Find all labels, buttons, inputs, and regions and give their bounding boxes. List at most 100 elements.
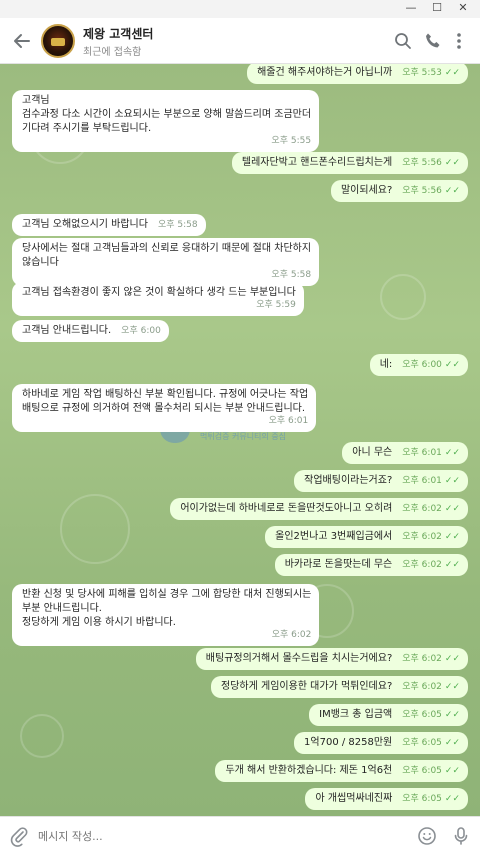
message-time: 오후 5:56 — [402, 186, 442, 196]
message-bubble-outgoing[interactable]: 바카라로 돈을땃는데 무슨 오후 6:02 ✓✓ — [274, 554, 468, 576]
chat-header: 제왕 고객센터 최근에 접속함 — [0, 18, 480, 64]
wallpaper-doodle — [60, 494, 130, 564]
message-time: 오후 6:01 — [402, 448, 442, 458]
message-bubble-incoming[interactable]: 고객님 접속환경이 좋지 않은 것이 확실하다 생각 드는 부분입니다 오후 5… — [12, 282, 304, 316]
message-text: 당사에서는 절대 고객님들과의 신뢰로 응대하기 때문에 절대 차단하지 않습니… — [22, 243, 312, 268]
message-text: 고객님 오해없으시기 바랍니다 — [22, 219, 148, 230]
message-bubble-outgoing[interactable]: 정당하게 게임이용한 대가가 먹튀인데요? 오후 6:02 ✓✓ — [211, 676, 468, 698]
message-text: 어이가없는데 하바네로로 돈을딴것도아니고 오히려 — [180, 503, 393, 514]
read-checkmarks-icon: ✓✓ — [444, 682, 460, 692]
message-bubble-outgoing[interactable]: 해줄건 해주셔야하는거 아닙니까 오후 5:53 ✓✓ — [247, 64, 468, 84]
message-time: 오후 5:58 — [157, 220, 198, 230]
emoji-icon[interactable] — [416, 825, 438, 847]
message-time: 오후 6:02 — [271, 630, 312, 640]
message-bubble-outgoing[interactable]: IM뱅크 총 입금액 오후 6:05 ✓✓ — [309, 704, 468, 726]
read-checkmarks-icon: ✓✓ — [444, 766, 460, 776]
read-checkmarks-icon: ✓✓ — [444, 532, 460, 542]
window-title-bar: — ☐ ✕ — [0, 0, 480, 18]
message-input[interactable] — [38, 827, 398, 845]
message-bubble-outgoing[interactable]: 네: 오후 6:00 ✓✓ — [369, 354, 468, 376]
wallpaper-doodle — [380, 274, 426, 320]
wallpaper-doodle — [20, 714, 64, 758]
message-time: 오후 6:05 — [402, 710, 442, 720]
message-composer — [0, 816, 480, 854]
message-bubble-outgoing[interactable]: 어이가없는데 하바네로로 돈을딴것도아니고 오히려 오후 6:02 ✓✓ — [170, 498, 468, 520]
message-bubble-outgoing[interactable]: 1억700 / 8258만원 오후 6:05 ✓✓ — [294, 732, 468, 754]
message-bubble-outgoing[interactable]: 말이되세요? 오후 5:56 ✓✓ — [330, 180, 468, 202]
avatar[interactable] — [41, 24, 75, 58]
message-time: 오후 6:05 — [402, 766, 442, 776]
last-seen-status: 최근에 접속함 — [83, 47, 142, 58]
phone-icon[interactable] — [422, 30, 444, 52]
message-bubble-incoming[interactable]: 하바네로 게임 작업 배팅하신 부분 확인됩니다. 규정에 어긋나는 작업 배팅… — [12, 384, 317, 432]
maximize-icon[interactable]: ☐ — [430, 1, 444, 15]
message-text: 정당하게 게임이용한 대가가 먹튀인데요? — [221, 681, 393, 692]
message-text: 배팅규정의거해서 몰수드립을 치시는거에요? — [205, 653, 393, 664]
message-time: 오후 6:01 — [402, 476, 442, 486]
message-text: 고객님 안내드립니다. — [22, 325, 112, 336]
message-time: 오후 6:00 — [121, 326, 161, 336]
message-bubble-incoming[interactable]: 반환 신청 및 당사에 피해를 입히실 경우 그에 합당한 대처 진행되시는 부… — [12, 584, 320, 646]
message-text: 하바네로 게임 작업 배팅하신 부분 확인됩니다. 규정에 어긋나는 작업 배팅… — [22, 389, 309, 414]
message-time: 오후 5:58 — [271, 270, 312, 280]
message-time: 오후 6:05 — [402, 794, 442, 804]
read-checkmarks-icon: ✓✓ — [444, 654, 460, 664]
message-time: 오후 6:02 — [402, 504, 442, 514]
message-text: 반환 신청 및 당사에 피해를 입히실 경우 그에 합당한 대처 진행되시는 부… — [22, 589, 312, 628]
message-bubble-outgoing[interactable]: 아니 무슨 오후 6:01 ✓✓ — [342, 442, 468, 464]
message-text: 1억700 / 8258만원 — [304, 737, 393, 748]
message-text: 네: — [379, 359, 393, 370]
message-text: 작업배팅이라는거죠? — [304, 475, 393, 486]
message-text: 텔레자단박고 핸드폰수리드립치는게 — [241, 157, 393, 168]
message-text: IM뱅크 총 입금액 — [319, 709, 393, 720]
read-checkmarks-icon: ✓✓ — [444, 186, 460, 196]
read-checkmarks-icon: ✓✓ — [444, 710, 460, 720]
message-text: 바카라로 돈을땃는데 무슨 — [284, 559, 393, 570]
message-bubble-outgoing[interactable]: 아 개씹먹싸네진짜 오후 6:05 ✓✓ — [305, 788, 468, 810]
message-bubble-outgoing[interactable]: 올인2번나고 3번째입금에서 오후 6:02 ✓✓ — [265, 526, 468, 548]
message-time: 오후 6:02 — [402, 654, 442, 664]
message-time: 오후 6:02 — [402, 532, 442, 542]
chat-history[interactable]: ㅡ 질 먹튀검증 커뮤니티의 중심 해줄건 해주셔야하는거 아닙니까오후 5:5… — [0, 64, 480, 816]
message-bubble-incoming[interactable]: 고객님 검수과정 다소 시간이 소요되시는 부분으로 양해 말씀드리며 조금만더… — [12, 90, 320, 152]
read-checkmarks-icon: ✓✓ — [444, 448, 460, 458]
message-text: 두개 해서 반환하겠습니다: 제돈 1억6천 — [225, 765, 393, 776]
read-checkmarks-icon: ✓✓ — [444, 360, 460, 370]
message-bubble-outgoing[interactable]: 작업배팅이라는거죠? 오후 6:01 ✓✓ — [294, 470, 468, 492]
message-bubble-incoming[interactable]: 고객님 오해없으시기 바랍니다 오후 5:58 — [12, 214, 206, 236]
message-time: 오후 5:53 — [402, 68, 442, 78]
read-checkmarks-icon: ✓✓ — [444, 476, 460, 486]
message-bubble-incoming[interactable]: 고객님 안내드립니다. 오후 6:00 — [12, 320, 169, 342]
message-time: 오후 6:00 — [402, 360, 442, 370]
message-time: 오후 6:02 — [402, 560, 442, 570]
message-text: 해줄건 해주셔야하는거 아닙니까 — [257, 67, 393, 78]
message-text: 올인2번나고 3번째입금에서 — [275, 531, 393, 542]
message-bubble-outgoing[interactable]: 배팅규정의거해서 몰수드립을 치시는거에요? 오후 6:02 ✓✓ — [195, 648, 468, 670]
message-time: 오후 6:02 — [402, 682, 442, 692]
read-checkmarks-icon: ✓✓ — [444, 158, 460, 168]
minimize-icon[interactable]: — — [404, 1, 418, 15]
message-bubble-incoming[interactable]: 당사에서는 절대 고객님들과의 신뢰로 응대하기 때문에 절대 차단하지 않습니… — [12, 238, 320, 286]
read-checkmarks-icon: ✓✓ — [444, 794, 460, 804]
read-checkmarks-icon: ✓✓ — [444, 68, 460, 78]
more-options-icon[interactable] — [448, 30, 470, 52]
message-time: 오후 5:56 — [402, 158, 442, 168]
read-checkmarks-icon: ✓✓ — [444, 560, 460, 570]
message-text: 아 개씹먹싸네진짜 — [315, 793, 393, 804]
back-arrow-icon[interactable] — [10, 29, 34, 53]
message-bubble-outgoing[interactable]: 두개 해서 반환하겠습니다: 제돈 1억6천 오후 6:05 ✓✓ — [215, 760, 468, 782]
message-text: 말이되세요? — [340, 185, 393, 196]
close-icon[interactable]: ✕ — [456, 1, 470, 15]
message-bubble-outgoing[interactable]: 텔레자단박고 핸드폰수리드립치는게 오후 5:56 ✓✓ — [231, 152, 468, 174]
read-checkmarks-icon: ✓✓ — [444, 738, 460, 748]
message-text: 아니 무슨 — [352, 447, 393, 458]
chat-title[interactable]: 제왕 고객센터 — [83, 25, 153, 42]
message-text: 고객님 접속환경이 좋지 않은 것이 확실하다 생각 드는 부분입니다 — [22, 287, 296, 298]
message-time: 오후 5:59 — [256, 300, 296, 310]
microphone-icon[interactable] — [450, 825, 472, 847]
search-icon[interactable] — [392, 30, 414, 52]
attach-paperclip-icon[interactable] — [8, 825, 30, 847]
message-text: 고객님 검수과정 다소 시간이 소요되시는 부분으로 양해 말씀드리며 조금만더… — [22, 95, 312, 134]
message-time: 오후 6:01 — [268, 416, 309, 426]
message-time: 오후 5:55 — [271, 136, 312, 146]
